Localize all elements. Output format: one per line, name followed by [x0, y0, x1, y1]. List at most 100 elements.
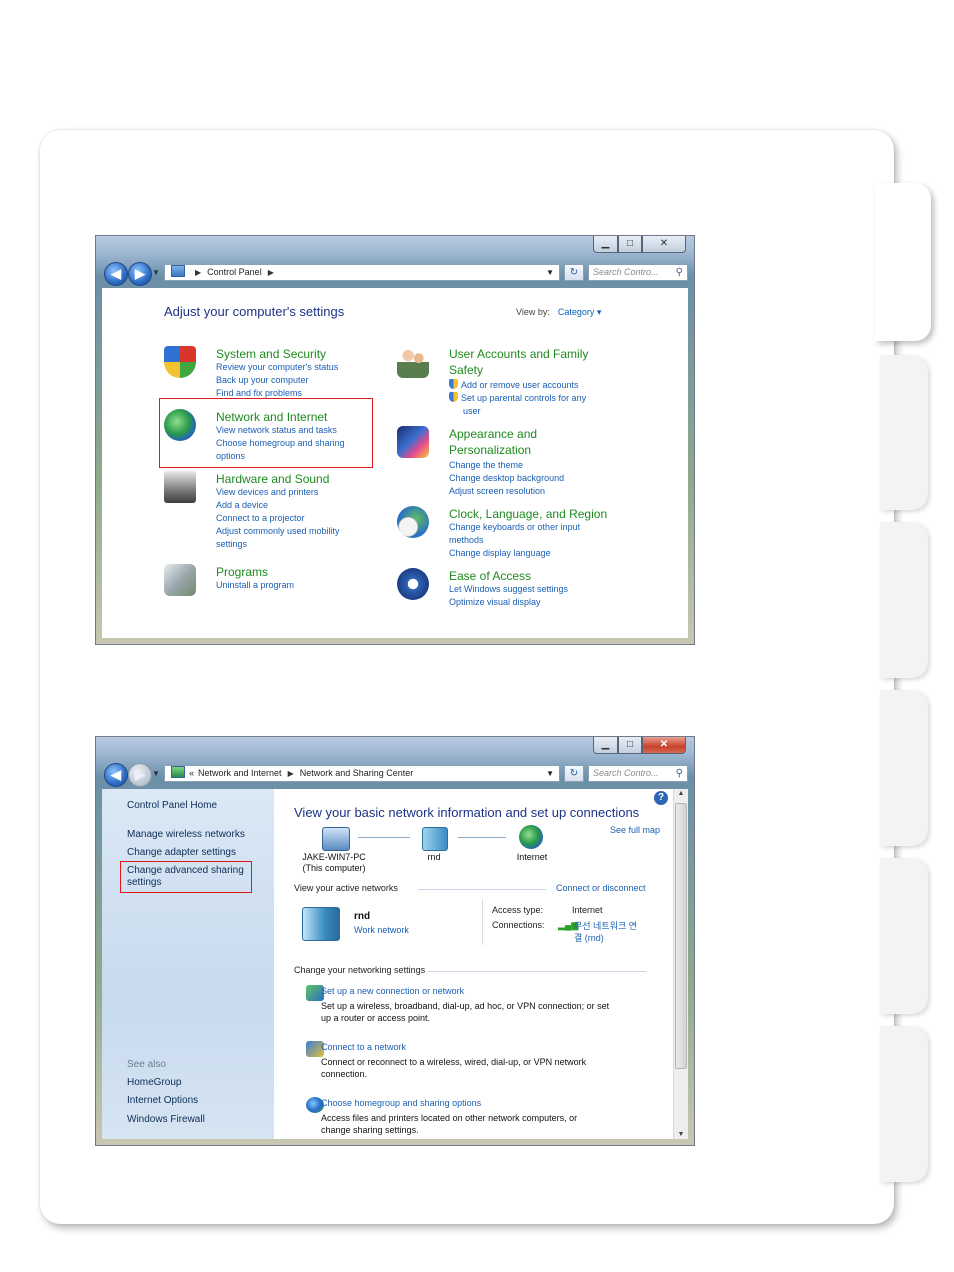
- link-setup-connection[interactable]: Set up a new connection or network: [321, 986, 464, 996]
- maximize-button[interactable]: □: [618, 737, 642, 754]
- side-tab[interactable]: [880, 1026, 928, 1182]
- link-screen-resolution[interactable]: Adjust screen resolution: [449, 485, 564, 498]
- address-dropdown-icon[interactable]: ▼: [546, 766, 554, 781]
- forward-button[interactable]: ▶: [128, 262, 152, 286]
- control-panel-window: ▁ □ ✕ ◀ ▶ ▼ ▶ Control Panel ▶ ▼ ↻ Search C…: [95, 235, 695, 645]
- link-change-theme[interactable]: Change the theme: [449, 459, 564, 472]
- back-button[interactable]: ◀: [104, 262, 128, 286]
- link-work-network[interactable]: Work network: [354, 925, 409, 935]
- link-see-full-map[interactable]: See full map: [610, 825, 660, 835]
- help-icon[interactable]: ?: [654, 791, 668, 805]
- access-type-label: Access type:: [492, 905, 544, 915]
- side-tab[interactable]: [880, 858, 928, 1014]
- recent-pages-dropdown-icon[interactable]: ▼: [152, 769, 160, 778]
- address-dropdown-icon[interactable]: ▼: [546, 265, 554, 280]
- link-add-device[interactable]: Add a device: [216, 499, 340, 512]
- link-connect-network[interactable]: Connect to a network: [321, 1042, 406, 1052]
- refresh-button[interactable]: ↻: [564, 264, 584, 281]
- title-bar: ▁ □ ✕: [96, 737, 694, 761]
- link-change-adapter[interactable]: Change adapter settings: [127, 847, 236, 859]
- close-button[interactable]: ✕: [642, 737, 686, 754]
- minimize-button[interactable]: ▁: [593, 236, 618, 253]
- side-tab[interactable]: [880, 690, 928, 846]
- highlight-box: [159, 398, 373, 468]
- link-mobility-settings[interactable]: Adjust commonly used mobility: [216, 525, 340, 538]
- link-control-panel-home[interactable]: Control Panel Home: [127, 800, 217, 812]
- side-tab[interactable]: [880, 522, 928, 678]
- link-homegroup[interactable]: HomeGroup: [127, 1077, 181, 1089]
- link-manage-wireless[interactable]: Manage wireless networks: [127, 829, 245, 841]
- scroll-thumb[interactable]: [675, 803, 687, 1069]
- minimize-button[interactable]: ▁: [593, 737, 618, 754]
- link-connect-projector[interactable]: Connect to a projector: [216, 512, 340, 525]
- category-title[interactable]: Appearance and Personalization: [449, 426, 537, 458]
- node-rnd[interactable]: rnd: [412, 852, 456, 863]
- divider: [418, 889, 546, 890]
- search-input[interactable]: Search Contro... ⚲: [588, 765, 688, 782]
- link-back-up[interactable]: Back up your computer: [216, 374, 338, 387]
- address-bar[interactable]: «Network and Internet ▶ Network and Sharin…: [164, 765, 560, 782]
- recent-pages-dropdown-icon[interactable]: ▼: [152, 268, 160, 277]
- node-internet[interactable]: Internet: [508, 852, 556, 863]
- close-button[interactable]: ✕: [642, 236, 686, 253]
- link-desktop-background[interactable]: Change desktop background: [449, 472, 564, 485]
- category-title[interactable]: Ease of Access: [449, 568, 531, 584]
- scroll-down-icon[interactable]: ▼: [674, 1131, 688, 1138]
- address-bar[interactable]: ▶ Control Panel ▶ ▼: [164, 264, 560, 281]
- link-parental-controls[interactable]: Set up parental controls for any: [449, 392, 586, 405]
- search-input[interactable]: Search Contro... ⚲: [588, 264, 688, 281]
- link-internet-options[interactable]: Internet Options: [127, 1095, 198, 1107]
- category-title[interactable]: User Accounts and Family Safety: [449, 346, 588, 378]
- view-by-dropdown[interactable]: Category ▾: [558, 307, 602, 317]
- task-description: Connect or reconnect to a wireless, wire…: [321, 1057, 587, 1079]
- breadcrumb-network-internet[interactable]: Network and Internet: [198, 768, 282, 778]
- view-by: View by: Category ▾: [516, 307, 602, 317]
- connections-label: Connections:: [492, 920, 545, 930]
- ease-of-access-icon: [397, 568, 429, 600]
- link-connect-disconnect[interactable]: Connect or disconnect: [556, 883, 646, 893]
- link-add-remove-accounts[interactable]: Add or remove user accounts: [449, 379, 586, 392]
- uac-shield-icon: [449, 392, 458, 402]
- vertical-scrollbar[interactable]: ▲ ▼: [673, 789, 688, 1139]
- link-view-devices[interactable]: View devices and printers: [216, 486, 340, 499]
- link-parental-controls-cont[interactable]: user: [449, 405, 586, 418]
- link-homegroup-sharing[interactable]: Choose homegroup and sharing options: [321, 1098, 481, 1108]
- category-title[interactable]: Clock, Language, and Region: [449, 506, 607, 522]
- navigation-bar: ◀ ▶ ▼ ▶ Control Panel ▶ ▼ ↻ Search Contro.…: [102, 260, 688, 286]
- maximize-button[interactable]: □: [618, 236, 642, 253]
- forward-button[interactable]: ▶: [128, 763, 152, 787]
- link-change-keyboards-cont[interactable]: methods: [449, 534, 580, 547]
- link-windows-firewall[interactable]: Windows Firewall: [127, 1114, 205, 1126]
- breadcrumb-network-sharing[interactable]: Network and Sharing Center: [300, 768, 414, 778]
- network-link-line: [358, 837, 410, 838]
- side-tab[interactable]: [880, 355, 928, 510]
- link-uninstall-program[interactable]: Uninstall a program: [216, 579, 294, 592]
- link-display-language[interactable]: Change display language: [449, 547, 580, 560]
- link-change-keyboards[interactable]: Change keyboards or other input: [449, 521, 580, 534]
- refresh-button[interactable]: ↻: [564, 765, 584, 782]
- network-link-line: [458, 837, 506, 838]
- page-title: Adjust your computer's settings: [164, 304, 345, 319]
- node-this-computer[interactable]: JAKE-WIN7-PC (This computer): [292, 852, 376, 874]
- monitor-paint-icon: [397, 426, 429, 458]
- category-title[interactable]: Hardware and Sound: [216, 471, 329, 487]
- category-title[interactable]: System and Security: [216, 346, 326, 362]
- side-tab-active[interactable]: [875, 183, 931, 341]
- link-optimize-display[interactable]: Optimize visual display: [449, 596, 568, 609]
- computer-icon: [322, 827, 350, 851]
- link-windows-suggest[interactable]: Let Windows suggest settings: [449, 583, 568, 596]
- task-description: Access files and printers located on oth…: [321, 1113, 578, 1135]
- task-description: Set up a wireless, broadband, dial-up, a…: [321, 1001, 610, 1023]
- back-button[interactable]: ◀: [104, 763, 128, 787]
- change-settings-label: Change your networking settings: [294, 965, 426, 975]
- link-review-status[interactable]: Review your computer's status: [216, 361, 338, 374]
- breadcrumb-control-panel[interactable]: Control Panel: [207, 267, 262, 277]
- network-name: rnd: [354, 911, 371, 922]
- search-icon: ⚲: [675, 267, 683, 278]
- category-title[interactable]: Programs: [216, 564, 268, 580]
- left-pane: Control Panel Home Manage wireless netwo…: [102, 789, 274, 1139]
- control-panel-icon: [171, 265, 185, 277]
- link-wireless-connection[interactable]: 무선 네트워크 연 결 (rnd): [574, 920, 637, 944]
- link-mobility-settings-cont[interactable]: settings: [216, 538, 340, 551]
- scroll-up-icon[interactable]: ▲: [674, 790, 688, 797]
